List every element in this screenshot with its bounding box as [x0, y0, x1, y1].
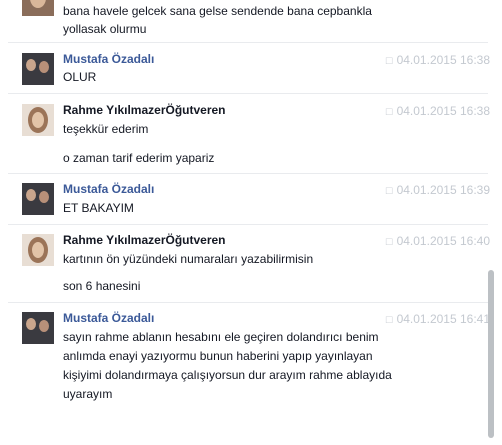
speech-bubble-icon: □ [385, 106, 393, 118]
sender-name[interactable]: Mustafa Özadalı [63, 181, 154, 197]
message-text: yollasak olurmu [63, 22, 147, 36]
timestamp-text: 04.01.2015 16:38 [396, 104, 490, 118]
speech-bubble-icon: □ [385, 314, 393, 326]
message-timestamp: □ 04.01.2015 16:39 [386, 182, 490, 199]
avatar[interactable] [22, 234, 54, 266]
divider [8, 93, 488, 94]
divider [8, 173, 488, 174]
speech-bubble-icon: □ [385, 185, 393, 197]
scrollbar-track[interactable] [494, 0, 502, 445]
message-text: kişiyimi dolandırmaya çalışıyorsun dur a… [63, 368, 392, 382]
timestamp-text: 04.01.2015 16:41 [396, 312, 490, 326]
message-text: son 6 hanesini [63, 279, 141, 293]
message-text: kartının ön yüzündeki numaraları yazabil… [63, 252, 314, 266]
message-timestamp: □ 04.01.2015 16:38 [386, 103, 490, 120]
message-text: anlımda enayi yazıyormu bunun haberini y… [63, 349, 373, 363]
divider [8, 224, 488, 225]
timestamp-text: 04.01.2015 16:39 [396, 183, 490, 197]
avatar[interactable] [22, 0, 54, 16]
speech-bubble-icon: □ [385, 55, 393, 67]
timestamp-text: 04.01.2015 16:38 [396, 53, 490, 67]
message-text: teşekkür ederim [63, 122, 149, 136]
speech-bubble-icon: □ [385, 236, 393, 248]
avatar[interactable] [22, 53, 54, 85]
scrollbar-thumb[interactable] [488, 270, 494, 438]
message-text: bana havele gelcek sana gelse sendende b… [63, 4, 372, 18]
divider [8, 42, 488, 43]
divider [8, 302, 488, 303]
avatar[interactable] [22, 312, 54, 344]
message-timestamp: □ 04.01.2015 16:40 [386, 233, 490, 250]
message-text: sayın rahme ablanın hesabını ele geçiren… [63, 330, 379, 344]
message-text: OLUR [63, 70, 97, 84]
avatar[interactable] [22, 104, 54, 136]
timestamp-text: 04.01.2015 16:40 [396, 234, 490, 248]
sender-name[interactable]: Mustafa Özadalı [63, 51, 154, 67]
message-timestamp: □ 04.01.2015 16:38 [386, 52, 490, 69]
message-timestamp: □ 04.01.2015 16:41 [386, 311, 490, 328]
avatar[interactable] [22, 183, 54, 215]
message-text: o zaman tarif ederim yapariz [63, 151, 215, 165]
sender-name[interactable]: Mustafa Özadalı [63, 310, 154, 326]
message-text: ET BAKAYIM [63, 201, 134, 215]
message-text: uyarayım [63, 387, 113, 401]
sender-name[interactable]: Rahme YıkılmazerÖğutveren [63, 232, 226, 248]
sender-name[interactable]: Rahme YıkılmazerÖğutveren [63, 102, 226, 118]
message-thread: bana havele gelcek sana gelse sendende b… [0, 0, 494, 445]
